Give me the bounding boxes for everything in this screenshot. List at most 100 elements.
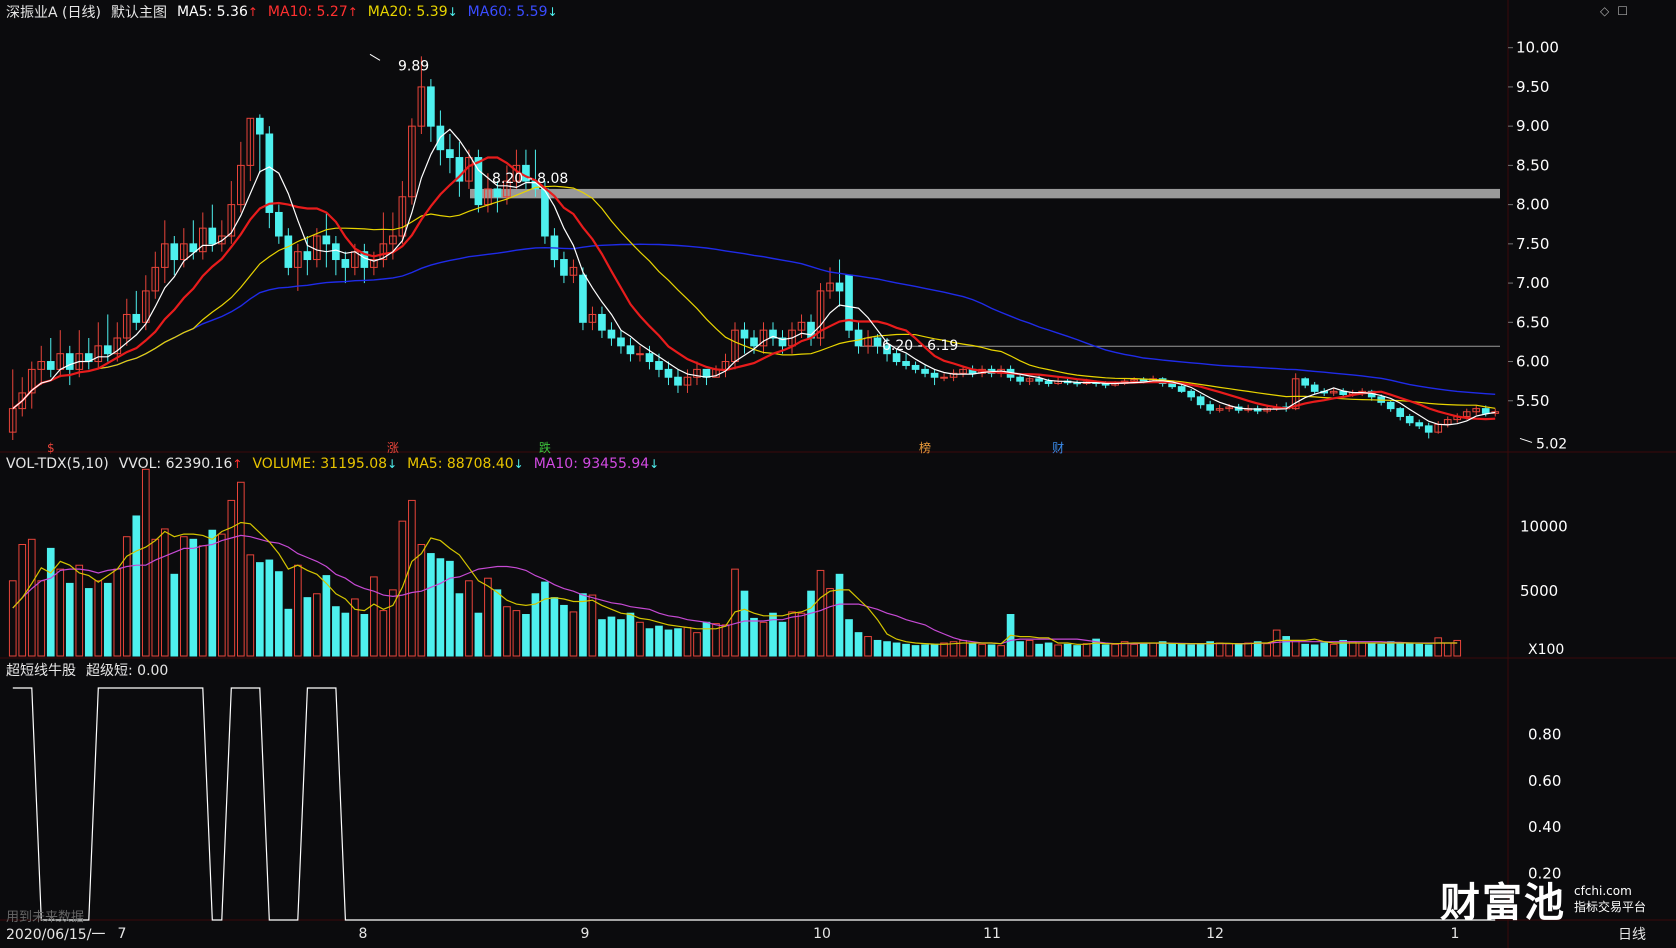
candle <box>446 149 454 159</box>
volume-bar <box>151 538 160 657</box>
volume-bar <box>569 611 578 657</box>
volume-bar <box>797 612 806 657</box>
volume-bar <box>1329 643 1338 657</box>
up-arrow-icon: ↑ <box>247 5 258 19</box>
volume-bar <box>1386 641 1395 657</box>
volume-bar <box>550 597 559 657</box>
candle <box>1405 415 1414 424</box>
volume-bar <box>598 619 606 657</box>
volume-bar <box>294 564 302 657</box>
watermark-tagline: 指标交易平台 <box>1573 900 1646 914</box>
volume-bar <box>607 616 616 657</box>
maximize-icon[interactable]: ☐ <box>1617 4 1628 18</box>
volume-bar <box>1082 643 1091 657</box>
candle <box>1415 422 1424 427</box>
volume-bar <box>227 499 236 657</box>
volume-bar <box>8 580 17 657</box>
candle <box>332 243 340 261</box>
watermark-brand: 财富池 <box>1439 880 1566 926</box>
volume-bar <box>759 621 768 657</box>
volume-bar <box>474 612 483 657</box>
volume-bar <box>408 499 416 657</box>
volume-bar <box>778 621 787 657</box>
candle <box>265 133 274 213</box>
volume-bar <box>512 610 521 657</box>
volume-bar <box>664 629 673 657</box>
volume-bar <box>940 642 948 657</box>
volume-bar <box>217 533 226 657</box>
candle <box>921 368 929 374</box>
candle <box>702 368 711 378</box>
volume-bar <box>455 593 464 657</box>
main-panel-header: 深振业A (日线) 默认主图 MA5: 5.36↑ MA10: 5.27↑ MA… <box>6 2 558 22</box>
volume-bar <box>56 568 65 657</box>
volume-bar <box>141 468 150 657</box>
candle <box>892 353 901 363</box>
indicator-line <box>12 687 1496 921</box>
volume-bar <box>978 643 986 657</box>
candle <box>902 361 910 366</box>
candle <box>617 337 625 347</box>
vol-ma10-line <box>12 534 1458 645</box>
candle <box>256 117 264 135</box>
candle <box>940 376 948 379</box>
candle <box>1424 425 1433 433</box>
candle <box>1187 390 1195 398</box>
watermark-logo: 财富池 cfchi.com 指标交易平台 <box>1440 870 1646 928</box>
volume-bar <box>1424 644 1433 657</box>
volume-bar <box>930 643 939 657</box>
volume-bar <box>379 610 388 657</box>
volume-bar <box>702 621 711 657</box>
volume-bar <box>75 564 84 657</box>
vol-ma5-line <box>12 521 1458 645</box>
event-mark: 涨 <box>387 440 399 455</box>
volume-bar <box>132 515 141 657</box>
diamond-icon[interactable]: ◇ <box>1600 4 1609 18</box>
candle <box>750 337 758 347</box>
volume-bar <box>417 543 426 657</box>
volume-bar <box>655 625 663 657</box>
candle <box>1035 378 1043 382</box>
volume-bar <box>370 576 378 657</box>
candle <box>873 337 882 347</box>
candle <box>1301 378 1310 386</box>
volume-bar <box>1139 643 1148 657</box>
volume-bar <box>484 577 492 657</box>
volume-bar <box>208 529 217 657</box>
ma20-line <box>12 185 1496 410</box>
indicator-name[interactable]: 超短线牛股 <box>6 660 76 680</box>
candle <box>474 157 483 206</box>
volume-bar <box>1025 639 1034 657</box>
stock-title[interactable]: 深振业A (日线) <box>6 2 101 22</box>
volume-bar <box>503 606 511 657</box>
volume-bar <box>541 581 549 657</box>
candle <box>1196 396 1205 406</box>
volume-bar <box>588 594 597 657</box>
volume-bar <box>1016 641 1024 657</box>
volume-bar <box>341 612 350 657</box>
y-tick-label: 7.50 <box>1516 235 1549 253</box>
ma5-value: MA5: 5.36↑ <box>176 4 258 20</box>
volume-bar <box>911 645 920 657</box>
candle <box>427 86 435 127</box>
candle <box>560 259 568 276</box>
vol-tick-label: 5000 <box>1520 582 1558 600</box>
candle <box>189 243 198 253</box>
stock-chart[interactable]: 10.00 9.50 9.00 8.50 8.00 7.50 7.00 6.50 6.00 5.5… <box>0 0 1676 948</box>
volume-bar <box>256 562 264 657</box>
main-indicator-name[interactable]: 默认主图 <box>111 2 167 22</box>
vol-tick-label: 10000 <box>1520 517 1568 535</box>
candle <box>1206 404 1214 411</box>
volume-indicator-name[interactable]: VOL-TDX(5,10) <box>6 456 109 472</box>
y-tick-label: 10.00 <box>1516 39 1559 57</box>
x-month-label: 12 <box>1206 926 1224 942</box>
volume-bar <box>493 589 502 657</box>
volume-bar <box>835 573 844 657</box>
volume-bar <box>303 597 312 657</box>
volume-bar <box>179 536 188 657</box>
volume-bar <box>1149 642 1157 657</box>
y-tick-label: 9.00 <box>1516 117 1549 135</box>
indicator-tick-label: 0.60 <box>1528 772 1561 790</box>
candle <box>930 372 939 378</box>
volume-bar <box>465 580 473 657</box>
